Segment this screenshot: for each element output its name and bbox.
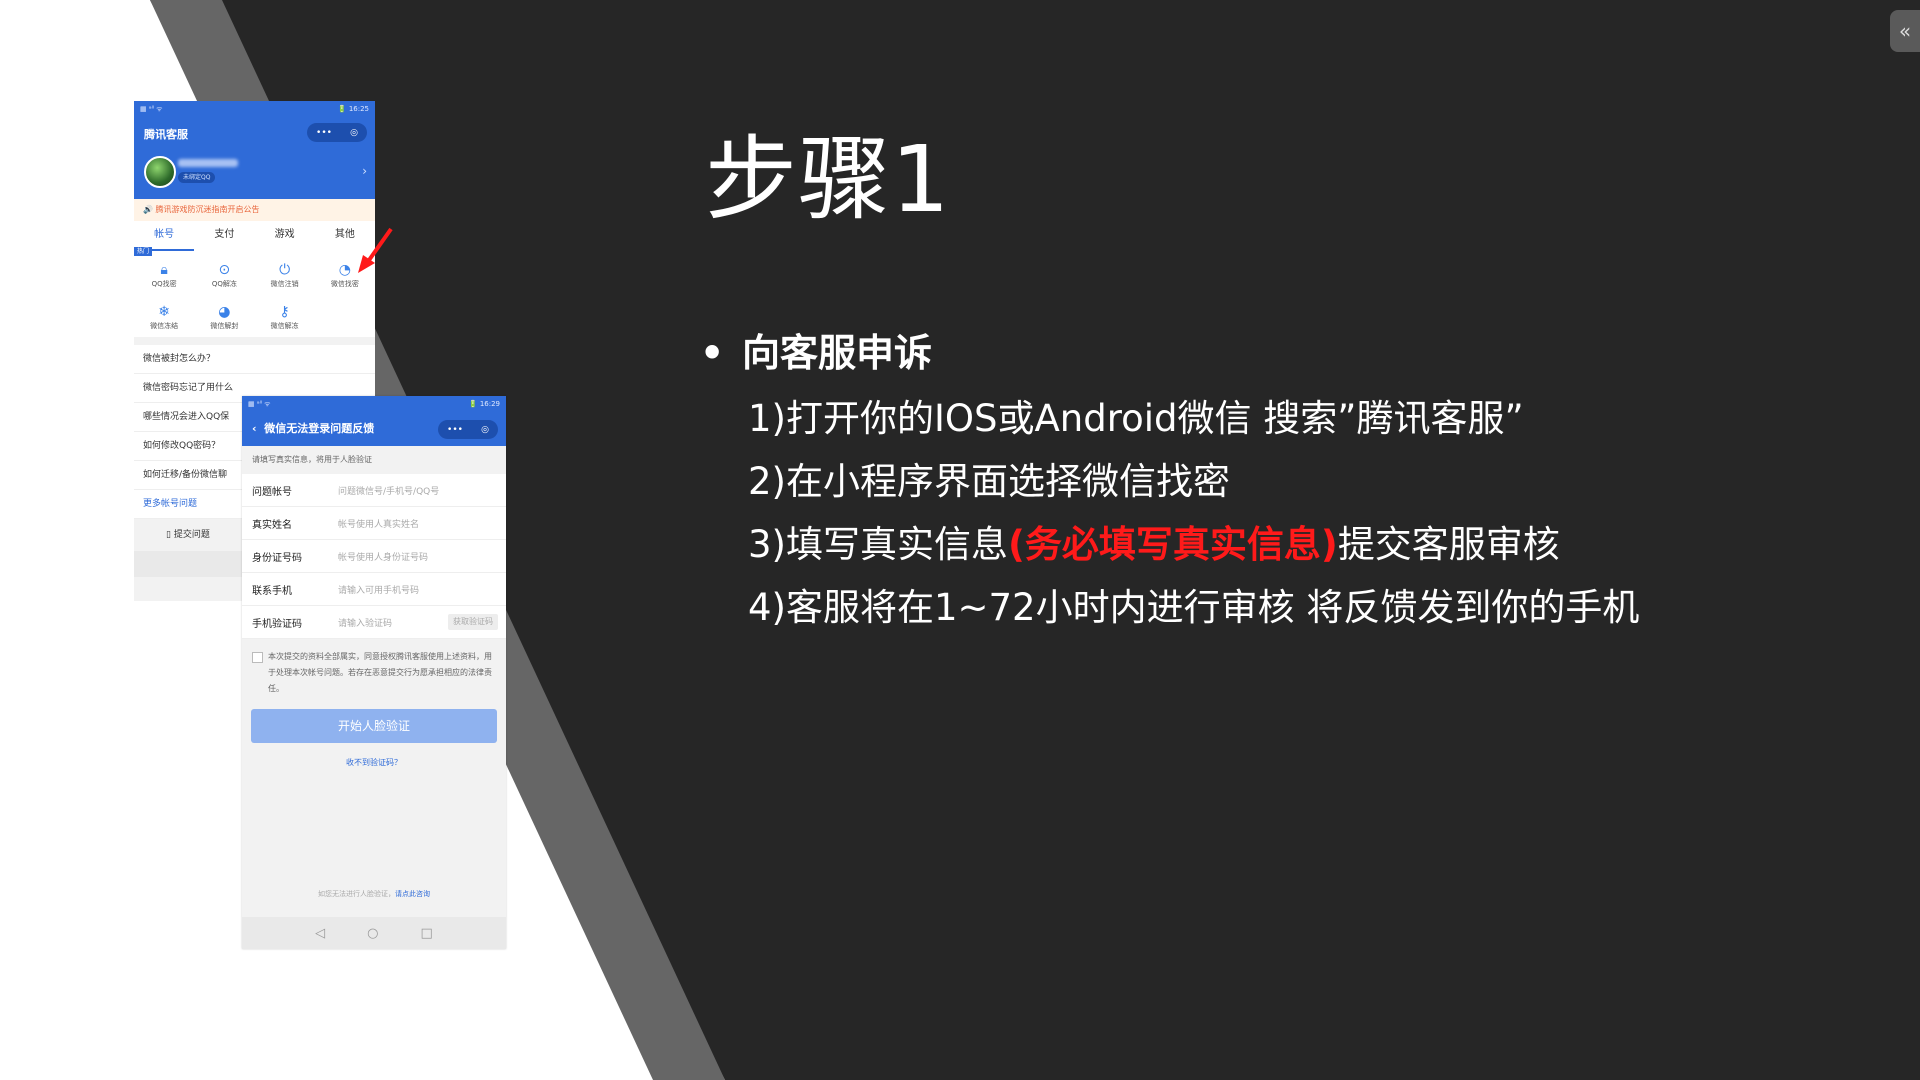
no-code-link[interactable]: 收不到验证码？ (242, 757, 506, 768)
tab-payment[interactable]: 支付 (194, 221, 254, 251)
agree-checkbox[interactable] (252, 652, 263, 663)
step-2: 2)在小程序界面选择微信找密 (748, 460, 1230, 503)
close-circle-icon[interactable]: ◎ (481, 425, 489, 435)
agreement: 本次提交的资料全部属实，同意授权腾讯客服使用上述资料，用于处理本次帐号问题。若存… (242, 639, 506, 705)
list-item[interactable]: 微信被封怎么办？ (134, 345, 375, 374)
form-title: ‹ 微信无法登录问题反馈 (252, 422, 375, 435)
battery-time: 🔋 16:25 (337, 105, 369, 113)
signal-icon: ▦ ᵃˡˡ ᯤ (248, 399, 271, 408)
chevron-right-icon[interactable]: › (362, 164, 367, 178)
step-3: 3)填写真实信息(务必填写真实信息)提交客服审核 (748, 523, 1560, 566)
snowflake-icon: ❄ (158, 304, 170, 320)
status-bar: ▦ ᵃˡˡ ᯤ 🔋 16:25 (134, 101, 375, 117)
lock-icon: 🔒︎ (160, 262, 168, 278)
android-nav-bar: ◁ ○ □ (242, 917, 506, 949)
bullet-icon: • (700, 331, 725, 375)
id-number-field[interactable]: 身份证号码 帐号使用人身份证号码 (242, 540, 506, 573)
hot-tag: 热门 (134, 247, 153, 256)
signal-icon: ▦ ᵃˡˡ ᯤ (140, 104, 163, 113)
feedback-form: 问题帐号 问题微信号/手机号/QQ号 真实姓名 帐号使用人真实姓名 身份证号码 帐号使… (242, 474, 506, 639)
back-icon[interactable]: ‹ (252, 422, 257, 435)
more-icon[interactable]: ••• (447, 425, 463, 435)
unlock-icon: ⊙ (218, 262, 231, 278)
slide-title: 步骤1 (705, 126, 951, 233)
power-icon: ⏻ (279, 262, 291, 278)
recents-nav-icon[interactable]: □ (421, 926, 433, 941)
grid-item-wechat-cancel[interactable]: ⏻ 微信注销 (255, 261, 315, 289)
status-bar: ▦ ᵃˡˡ ᯤ 🔋 16:29 (242, 396, 506, 412)
red-arrow-annotation (358, 227, 393, 273)
grid-item-qq-unfreeze[interactable]: ⊙ QQ解冻 (194, 261, 254, 289)
wechat-unblock-icon: ◕ (218, 304, 231, 320)
start-face-verify-button[interactable]: 开始人脸验证 (251, 709, 497, 743)
blurred-username (178, 159, 238, 167)
problem-account-field[interactable]: 问题帐号 问题微信号/手机号/QQ号 (242, 474, 506, 507)
form-hint: 请填写真实信息，将用于人脸验证 (252, 455, 372, 464)
grid-item-qq-password[interactable]: 🔒︎ QQ找密 (134, 261, 194, 289)
get-code-button[interactable]: 获取验证码 (448, 614, 498, 630)
tab-games[interactable]: 游戏 (255, 221, 315, 251)
grid-item-wechat-freeze[interactable]: ❄ 微信冻结 (134, 303, 194, 331)
avatar[interactable] (144, 156, 176, 188)
category-tabs: 帐号 支付 游戏 其他 热门 (134, 221, 375, 256)
miniprogram-capsule[interactable]: ••• ◎ (307, 123, 367, 142)
miniprogram-capsule[interactable]: ••• ◎ (438, 420, 498, 439)
double-chevron-left-icon: « (1898, 19, 1912, 43)
back-nav-icon[interactable]: ◁ (315, 926, 325, 941)
home-nav-icon[interactable]: ○ (367, 926, 378, 941)
app-header: ▦ ᵃˡˡ ᯤ 🔋 16:25 腾讯客服 ••• ◎ 未绑定QQ › (134, 101, 375, 199)
battery-time: 🔋 16:29 (468, 400, 500, 408)
contact-phone-field[interactable]: 联系手机 请输入可用手机号码 (242, 573, 506, 606)
step-1: 1)打开你的IOS或Android微信 搜索”腾讯客服” (748, 397, 1524, 440)
more-icon[interactable]: ••• (316, 128, 332, 138)
real-name-field[interactable]: 真实姓名 帐号使用人真实姓名 (242, 507, 506, 540)
user-chip: 未绑定QQ (178, 172, 216, 183)
bullet-heading: • 向客服申诉 (700, 331, 933, 375)
service-grid: 🔒︎ QQ找密 ⊙ QQ解冻 ⏻ 微信注销 ◔ 微信找密 ❄ 微信冻结 ◕ 微信解封 ⚷ 微信… (134, 251, 375, 337)
phone-screenshot-login-feedback: ▦ ᵃˡˡ ᯤ 🔋 16:29 ‹ 微信无法登录问题反馈 ••• ◎ 请填写真实… (242, 396, 506, 949)
verification-code-field[interactable]: 手机验证码 请输入验证码 获取验证码 (242, 606, 506, 639)
grid-item-wechat-unblock[interactable]: ◕ 微信解封 (194, 303, 254, 331)
collapse-panel-button[interactable]: « (1890, 10, 1920, 52)
close-circle-icon[interactable]: ◎ (350, 128, 358, 138)
warning-highlight: (务必填写真实信息) (1007, 523, 1338, 566)
notice-bar[interactable]: 🔊 腾讯游戏防沉迷指南开启公告 (134, 199, 375, 221)
edit-icon: ▯ (166, 530, 174, 540)
grid-item-wechat-unfreeze[interactable]: ⚷ 微信解冻 (255, 303, 315, 331)
step-4: 4)客服将在1~72小时内进行审核 将反馈发到你的手机 (748, 586, 1640, 629)
key-icon: ⚷ (279, 304, 290, 320)
app-title: 腾讯客服 (144, 128, 188, 141)
footnote: 如您无法进行人脸验证，请点此咨询 (318, 890, 430, 898)
consult-link[interactable]: 请点此咨询 (395, 890, 430, 898)
form-header: ▦ ᵃˡˡ ᯤ 🔋 16:29 ‹ 微信无法登录问题反馈 ••• ◎ (242, 396, 506, 446)
